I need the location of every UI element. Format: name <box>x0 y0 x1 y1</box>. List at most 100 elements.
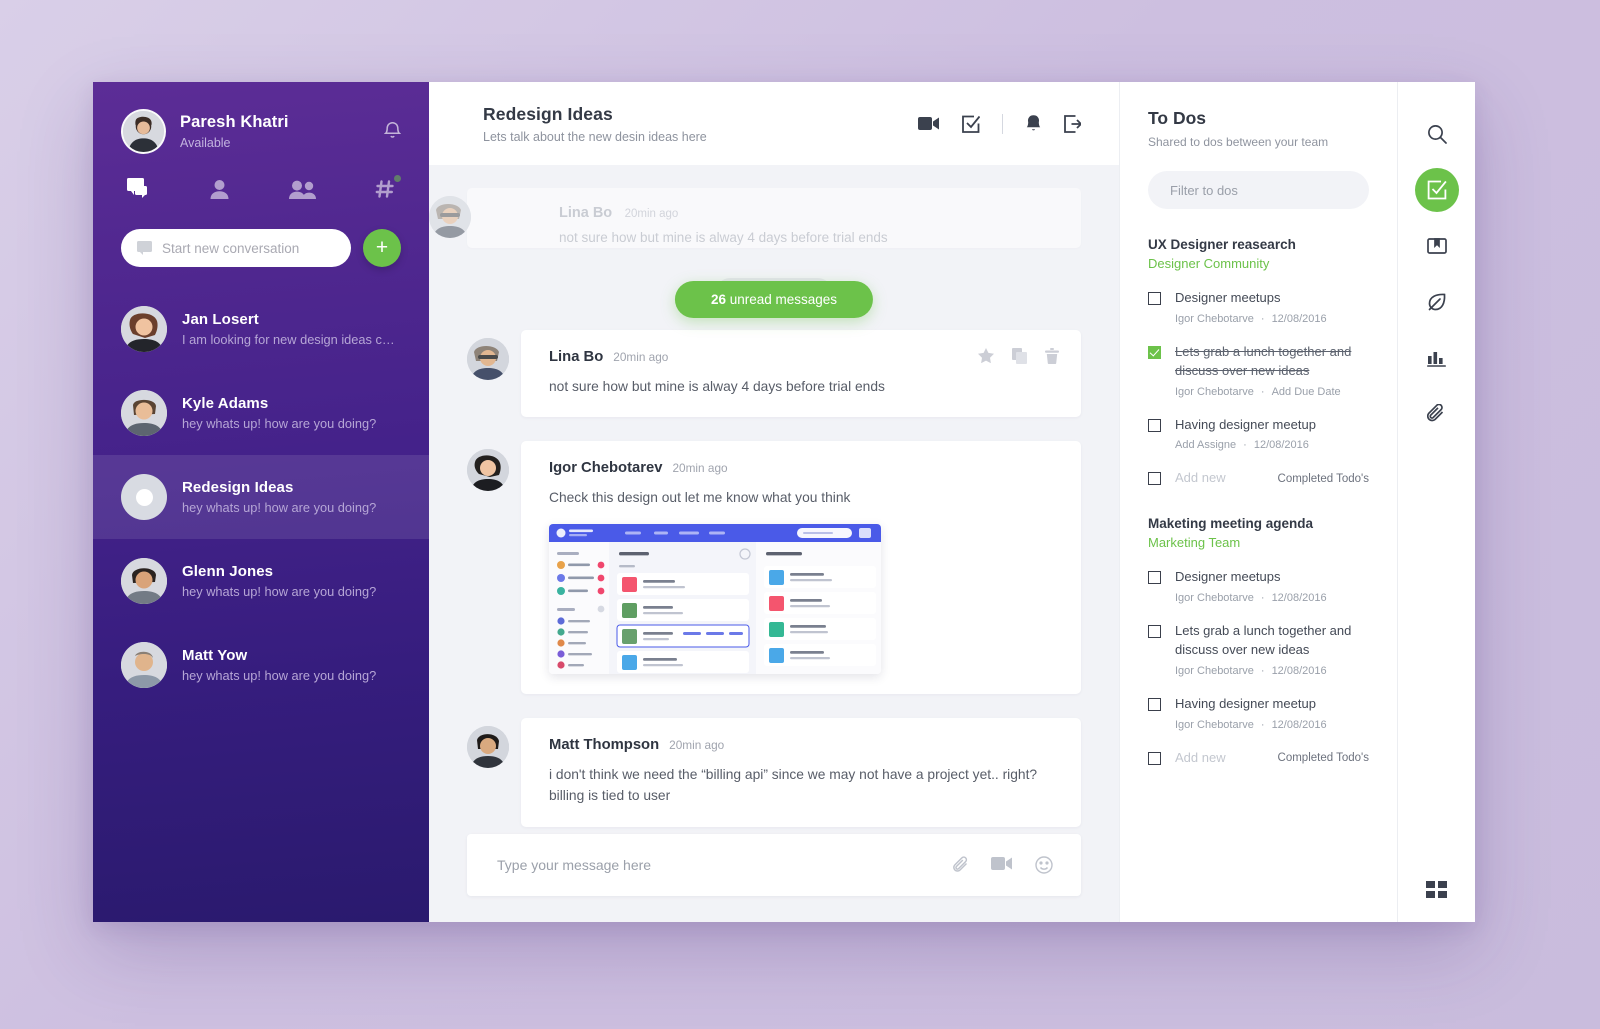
todo-due: 12/08/2016 <box>1271 718 1327 731</box>
todos-subtitle: Shared to dos between your team <box>1148 135 1329 149</box>
conversation-name: Redesign Ideas <box>182 479 294 496</box>
message-matt-thompson: Matt Thompson 20min ago i don't think we… <box>467 717 1081 827</box>
todos-filter-placeholder: Filter to dos <box>1170 182 1238 198</box>
chat-header: Redesign Ideas Lets talk about the new d… <box>429 82 1119 165</box>
message-text: Check this design out let me know what y… <box>549 490 851 506</box>
people-icon[interactable] <box>288 180 316 204</box>
todo-checkbox[interactable] <box>1148 697 1161 711</box>
group-avatar <box>121 474 167 520</box>
message-time: 20min ago <box>669 737 725 752</box>
todo-meta: Igor Chebotarve · 12/08/2016 <box>1175 592 1327 605</box>
todo-checkbox[interactable] <box>1148 345 1161 359</box>
todo-group-team: Marketing Team <box>1148 535 1241 551</box>
todo-item[interactable]: Having designer meetup Add Assigne · 12/08… <box>1148 416 1369 452</box>
plus-icon: + <box>375 235 389 259</box>
bookmark-icon[interactable] <box>1415 224 1459 268</box>
todo-label: Having designer meetup <box>1175 416 1316 432</box>
app-window: Paresh Khatri Available Start new conver… <box>93 82 1475 922</box>
todo-meta: Igor Chebotarve · 12/08/2016 <box>1175 664 1327 677</box>
paperclip-icon[interactable] <box>953 856 969 874</box>
chat-subtitle: Lets talk about the new desin ideas here <box>483 129 707 144</box>
todo-add-new-row[interactable]: Add new Completed Todo's <box>1148 749 1369 768</box>
todo-label: Designer meetups <box>1175 290 1281 305</box>
trash-icon[interactable] <box>1045 348 1059 364</box>
add-new-todo-label[interactable]: Add new <box>1175 469 1226 488</box>
todo-checkbox[interactable] <box>1148 571 1161 585</box>
todo-item[interactable]: Designer meetups Igor Chebotarve · 12/08/2… <box>1148 289 1369 325</box>
task-checkbox-icon[interactable] <box>1414 168 1459 212</box>
todo-due[interactable]: Add Due Date <box>1272 386 1341 398</box>
grid-icon[interactable] <box>1426 881 1447 898</box>
add-conversation-button[interactable]: + <box>363 229 401 267</box>
left-sidebar: Paresh Khatri Available Start new conver… <box>93 82 429 922</box>
search-input[interactable]: Start new conversation <box>121 229 351 267</box>
todo-item[interactable]: Designer meetups Igor Chebotarve · 12/08/2… <box>1148 568 1369 604</box>
task-checkbox-icon[interactable] <box>962 115 980 133</box>
sidebar-item-redesign-ideas[interactable]: Redesign Ideas hey whats up! how are you… <box>93 455 429 539</box>
message-author: Lina Bo <box>549 349 604 365</box>
todo-group-marketing-meeting-agenda: Maketing meeting agenda Marketing Team D… <box>1120 516 1397 767</box>
new-conversation-row: Start new conversation + <box>93 205 429 267</box>
paperclip-icon[interactable] <box>1415 392 1459 436</box>
todo-due: 12/08/2016 <box>1271 312 1327 325</box>
todo-add-new-row[interactable]: Add new Completed Todo's <box>1148 469 1369 488</box>
message-lina-bo: Lina Bo 20min ago not sure how but mine … <box>467 330 1081 418</box>
conversation-preview: hey whats up! how are you doing? <box>182 668 377 683</box>
video-camera-icon[interactable] <box>991 856 1013 874</box>
sidebar-nav <box>93 154 429 205</box>
todo-meta: Igor Chebotarve · 12/08/2016 <box>1175 718 1327 731</box>
todos-filter-input[interactable]: Filter to dos <box>1148 171 1369 209</box>
avatar <box>121 109 166 154</box>
profile-block[interactable]: Paresh Khatri Available <box>93 82 429 154</box>
todo-checkbox[interactable] <box>1148 472 1161 486</box>
person-icon[interactable] <box>210 179 229 204</box>
todo-assignee: Igor Chebotarve <box>1175 312 1254 325</box>
message-tools <box>978 348 1059 364</box>
copy-icon[interactable] <box>1012 348 1027 364</box>
avatar <box>121 390 167 436</box>
bell-icon[interactable] <box>383 120 402 144</box>
sidebar-item-kyle-adams[interactable]: Kyle Adams hey whats up! how are you doi… <box>93 371 429 455</box>
sidebar-item-jan-losert[interactable]: Jan Losert I am looking for new design i… <box>93 287 429 371</box>
bar-chart-icon[interactable] <box>1415 336 1459 380</box>
todo-item[interactable]: Lets grab a lunch together and discuss o… <box>1148 622 1369 677</box>
message-list: Lina Bo 20min ago not sure how but mine … <box>429 165 1119 834</box>
design-preview-image[interactable] <box>549 523 881 674</box>
logout-icon[interactable] <box>1064 114 1081 133</box>
add-new-todo-label[interactable]: Add new <box>1175 749 1226 768</box>
search-icon[interactable] <box>1415 112 1459 156</box>
todo-item[interactable]: Having designer meetup Igor Chebotarve · 1… <box>1148 695 1369 731</box>
bell-icon[interactable] <box>1025 114 1042 133</box>
todo-meta: Add Assigne · 12/08/2016 <box>1175 439 1309 452</box>
message-input-placeholder: Type your message here <box>497 857 652 873</box>
hash-icon[interactable] <box>375 175 401 204</box>
message-text: not sure how but mine is alway 4 days be… <box>549 379 885 394</box>
completed-todos-link[interactable]: Completed Todo's <box>1278 752 1369 764</box>
emoji-icon[interactable] <box>1035 856 1053 874</box>
todo-label: Lets grab a lunch together and discuss o… <box>1175 343 1352 378</box>
faded-message: Lina Bo 20min ago not sure how but mine … <box>429 188 1081 248</box>
leaf-icon[interactable] <box>1415 280 1459 324</box>
completed-todos-link[interactable]: Completed Todo's <box>1278 473 1369 485</box>
sidebar-item-glenn-jones[interactable]: Glenn Jones hey whats up! how are you do… <box>93 539 429 623</box>
avatar <box>121 642 167 688</box>
sidebar-item-matt-yow[interactable]: Matt Yow hey whats up! how are you doing… <box>93 623 429 707</box>
todo-checkbox[interactable] <box>1148 751 1161 765</box>
todo-group-title: UX Designer reasearch <box>1148 237 1296 252</box>
message-author: Matt Thompson <box>549 736 660 753</box>
star-icon[interactable] <box>978 348 994 364</box>
chat-icon[interactable] <box>127 178 151 205</box>
todo-checkbox[interactable] <box>1148 292 1161 305</box>
profile-name: Paresh Khatri <box>180 113 289 132</box>
avatar <box>467 338 509 380</box>
message-igor-chebotarev: Igor Chebotarev 20min ago Check this des… <box>467 441 1081 694</box>
video-camera-icon[interactable] <box>918 116 940 131</box>
todo-item[interactable]: Lets grab a lunch together and discuss o… <box>1148 343 1369 398</box>
unread-messages-badge[interactable]: 26 unread messages <box>674 281 874 318</box>
todo-checkbox[interactable] <box>1148 418 1161 432</box>
todo-group-team: Designer Community <box>1148 256 1270 271</box>
todo-assignee[interactable]: Add Assigne <box>1175 439 1236 451</box>
todos-panel: To Dos Shared to dos between your team F… <box>1119 82 1397 922</box>
message-composer[interactable]: Type your message here <box>467 834 1081 896</box>
todo-checkbox[interactable] <box>1148 625 1161 639</box>
